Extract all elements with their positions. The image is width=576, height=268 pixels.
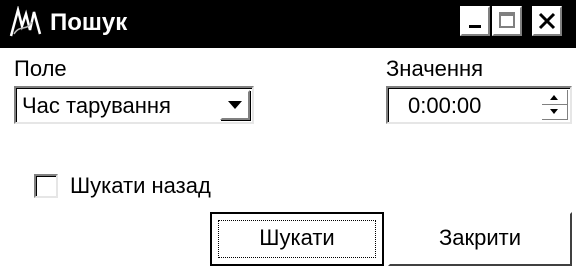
time-value: 0:00:00 [408, 93, 482, 118]
search-button[interactable]: Шукати [210, 212, 384, 266]
window-title: Пошук [50, 9, 128, 36]
maximize-button[interactable] [492, 6, 522, 36]
search-dialog: Пошук Поле Значення Час тарування 0:00:0… [0, 0, 576, 268]
close-window-button[interactable] [532, 6, 562, 36]
close-button[interactable]: Закрити [388, 212, 572, 266]
search-backward-label[interactable]: Шукати назад [70, 173, 211, 199]
spin-up-button[interactable] [542, 90, 568, 105]
value-time-input[interactable]: 0:00:00 [386, 86, 572, 124]
close-icon [538, 12, 556, 30]
field-select-value: Час тарування [22, 93, 171, 118]
spin-down-button[interactable] [542, 105, 568, 120]
field-select[interactable]: Час тарування [14, 86, 254, 124]
time-spinner[interactable] [542, 90, 568, 120]
minimize-button[interactable] [460, 6, 490, 36]
chevron-down-icon [228, 101, 242, 109]
close-button-label: Закрити [438, 225, 522, 250]
title-bar[interactable]: Пошук [0, 0, 576, 48]
field-label: Поле [14, 56, 67, 81]
value-label: Значення [386, 56, 484, 81]
dropdown-button[interactable] [220, 90, 250, 120]
search-backward-checkbox[interactable] [34, 174, 58, 198]
app-icon [8, 5, 44, 40]
arrow-up-icon [550, 95, 558, 100]
maximize-icon [499, 12, 515, 28]
minimize-icon [469, 25, 481, 28]
arrow-down-icon [550, 109, 558, 114]
search-button-label: Шукати [259, 225, 335, 250]
